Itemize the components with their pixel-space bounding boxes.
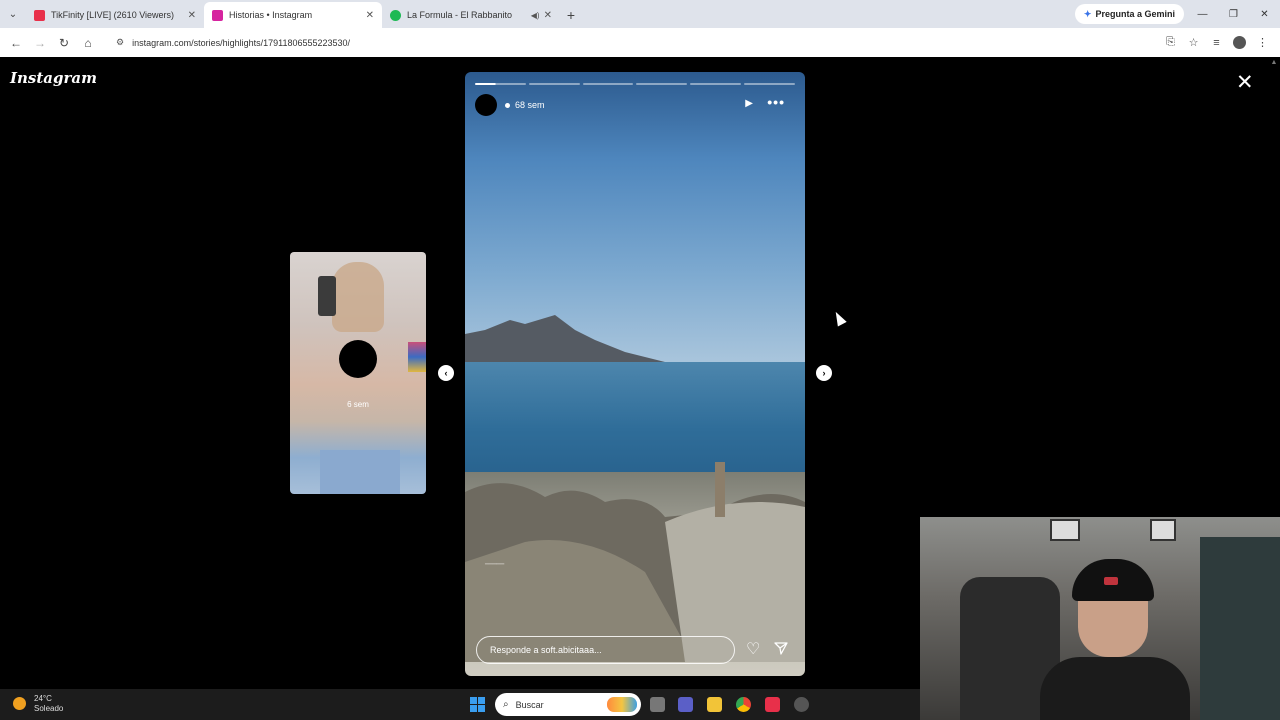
- instagram-logo[interactable]: Instagram: [10, 69, 97, 87]
- taskbar-search-input[interactable]: ⌕ Buscar: [495, 693, 641, 716]
- window-controls: — ❐ ✕: [1187, 0, 1280, 28]
- close-stories-icon[interactable]: ✕: [1236, 72, 1254, 93]
- tab-instagram[interactable]: Historias • Instagram ✕: [204, 2, 382, 28]
- tab-title: La Formula - El Rabbanito: [407, 10, 513, 20]
- instagram-favicon-icon: [212, 9, 223, 21]
- weather-temperature[interactable]: 24°C: [34, 694, 52, 703]
- media-control-icon[interactable]: ≡: [1205, 37, 1228, 49]
- preview-avatar: [339, 340, 377, 378]
- forward-icon[interactable]: →: [28, 36, 52, 50]
- file-explorer-icon[interactable]: [707, 697, 722, 712]
- sun-icon[interactable]: [13, 697, 26, 710]
- progress-segment: [636, 83, 688, 85]
- site-info-icon[interactable]: ⚙: [116, 37, 124, 48]
- preview-photo-subject: [332, 262, 384, 332]
- wall-frame: [1050, 519, 1080, 541]
- audio-playing-icon[interactable]: ◀): [531, 11, 540, 20]
- browser-toolbar: ← → ↻ ⌂ ⚙ instagram.com/stories/highligh…: [0, 28, 1280, 57]
- search-highlight-image: [607, 697, 637, 712]
- scroll-up-icon[interactable]: ▲: [1268, 59, 1280, 66]
- back-icon[interactable]: ←: [4, 36, 28, 50]
- tab-search-icon[interactable]: ⌄: [0, 0, 26, 28]
- teams-icon[interactable]: [678, 697, 693, 712]
- person-cap: [1072, 559, 1154, 601]
- progress-segment: [582, 83, 634, 85]
- home-icon[interactable]: ⌂: [76, 36, 100, 50]
- new-tab-button[interactable]: +: [560, 2, 582, 28]
- preview-photo-decor: [408, 342, 426, 372]
- browser-menu-icon[interactable]: ⋮: [1251, 36, 1274, 49]
- toolbar-right-buttons: ⎘ ☆ ≡ ⋮: [1159, 28, 1274, 57]
- windows-taskbar: 24°C Soleado ⌕ Buscar: [0, 689, 920, 720]
- preview-photo-phone: [318, 276, 336, 316]
- spotify-favicon-icon: [390, 9, 401, 21]
- weather-description[interactable]: Soleado: [34, 704, 63, 713]
- verified-dot-icon: [505, 102, 510, 108]
- progress-segment: [690, 83, 742, 85]
- gemini-button[interactable]: ✦ Pregunta a Gemini: [1074, 4, 1184, 24]
- more-options-icon[interactable]: •••: [767, 94, 785, 110]
- story-progress-bar: [475, 83, 795, 85]
- webcam-overlay: [920, 517, 1280, 720]
- story-author-avatar[interactable]: [475, 94, 497, 116]
- steam-icon[interactable]: [794, 697, 809, 712]
- active-story[interactable]: 68 sem ▶ ••• ▔▔▔▔▔ Responde a soft.abici…: [465, 72, 805, 676]
- person-shirt: [1040, 657, 1190, 720]
- story-time: 68 sem: [515, 100, 545, 110]
- chrome-icon[interactable]: [736, 697, 751, 712]
- like-heart-icon[interactable]: ♡: [746, 639, 760, 659]
- task-view-icon[interactable]: [650, 697, 665, 712]
- reload-icon[interactable]: ↻: [52, 36, 76, 50]
- tab-title: TikFinity [LIVE] (2610 Viewers): [51, 10, 175, 20]
- url-text: instagram.com/stories/highlights/1791180…: [132, 37, 351, 48]
- preview-time: 6 sem: [347, 400, 369, 409]
- minimize-icon[interactable]: —: [1187, 0, 1218, 28]
- gemini-label: Pregunta a Gemini: [1095, 9, 1175, 19]
- send-icon[interactable]: [774, 641, 788, 655]
- search-icon: ⌕: [503, 699, 509, 710]
- restore-icon[interactable]: ❐: [1218, 0, 1249, 28]
- windows-start-icon[interactable]: [470, 697, 485, 712]
- tiktok-icon[interactable]: [765, 697, 780, 712]
- address-bar[interactable]: ⚙ instagram.com/stories/highlights/17911…: [108, 32, 1148, 53]
- story-header: 68 sem ▶ •••: [475, 94, 795, 116]
- previous-story-preview[interactable]: 6 sem: [290, 252, 426, 494]
- close-window-icon[interactable]: ✕: [1249, 0, 1280, 28]
- story-photo-rocks: [465, 462, 805, 662]
- search-placeholder: Buscar: [515, 699, 544, 710]
- tab-spotify[interactable]: La Formula - El Rabbanito ◀) ✕: [382, 2, 560, 28]
- background-plant: [1200, 537, 1280, 720]
- story-photo-mountains: [465, 315, 751, 375]
- story-watermark: ▔▔▔▔▔: [485, 564, 505, 570]
- gemini-icon: ✦: [1083, 8, 1092, 19]
- reply-input[interactable]: Responde a soft.abicitaaa...: [476, 636, 735, 664]
- close-tab-icon[interactable]: ✕: [544, 10, 552, 21]
- previous-story-arrow-icon[interactable]: ‹: [438, 365, 454, 381]
- close-tab-icon[interactable]: ✕: [188, 10, 196, 21]
- browser-tab-strip: ⌄ TikFinity [LIVE] (2610 Viewers) ✕ Hist…: [0, 0, 1280, 28]
- wall-frame: [1150, 519, 1176, 541]
- profile-avatar[interactable]: [1233, 36, 1246, 49]
- bookmark-star-icon[interactable]: ☆: [1182, 36, 1205, 49]
- preview-photo-jeans: [320, 450, 400, 494]
- tab-title: Historias • Instagram: [229, 10, 313, 20]
- install-app-icon[interactable]: ⎘: [1159, 36, 1182, 49]
- next-story-arrow-icon[interactable]: ›: [816, 365, 832, 381]
- close-tab-icon[interactable]: ✕: [366, 10, 374, 21]
- progress-segment: [744, 83, 795, 85]
- mouse-cursor-icon: [831, 309, 847, 327]
- play-icon[interactable]: ▶: [745, 98, 753, 109]
- progress-segment: [528, 83, 580, 85]
- tikfinity-favicon-icon: [34, 9, 45, 21]
- progress-segment: [475, 83, 526, 85]
- tab-tikfinity[interactable]: TikFinity [LIVE] (2610 Viewers) ✕: [26, 2, 204, 28]
